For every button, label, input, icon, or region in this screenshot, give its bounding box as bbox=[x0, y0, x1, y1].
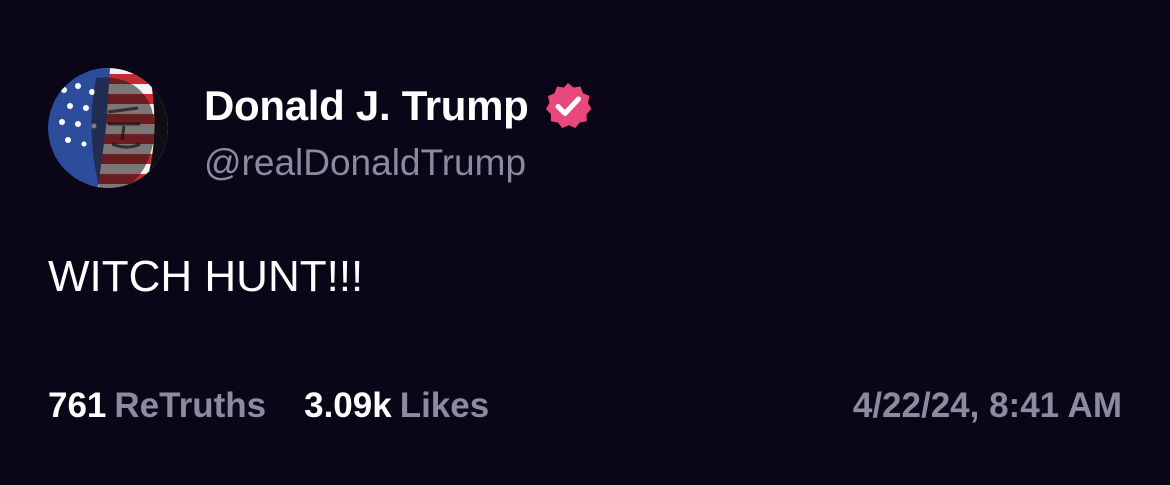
verified-badge-icon bbox=[543, 81, 593, 131]
likes-label: Likes bbox=[399, 386, 490, 425]
post-body-text: WITCH HUNT!!! bbox=[48, 252, 364, 301]
avatar[interactable] bbox=[48, 68, 168, 188]
retruths-count: 761 bbox=[48, 386, 107, 425]
author-name-row: Donald J. Trump bbox=[204, 80, 593, 132]
author-handle[interactable]: @realDonaldTrump bbox=[204, 142, 526, 184]
likes-count: 3.09k bbox=[304, 386, 392, 425]
retruths-stat[interactable]: 761 ReTruths bbox=[48, 386, 266, 426]
avatar-image bbox=[48, 68, 168, 188]
truth-post: Donald J. Trump @realDonaldTrump WITCH H… bbox=[0, 0, 1170, 485]
retruths-label: ReTruths bbox=[114, 386, 267, 425]
likes-stat[interactable]: 3.09k Likes bbox=[304, 386, 489, 426]
post-stats: 761 ReTruths 3.09k Likes bbox=[48, 386, 527, 426]
author-display-name[interactable]: Donald J. Trump bbox=[204, 82, 529, 130]
post-timestamp[interactable]: 4/22/24, 8:41 AM bbox=[853, 386, 1122, 426]
